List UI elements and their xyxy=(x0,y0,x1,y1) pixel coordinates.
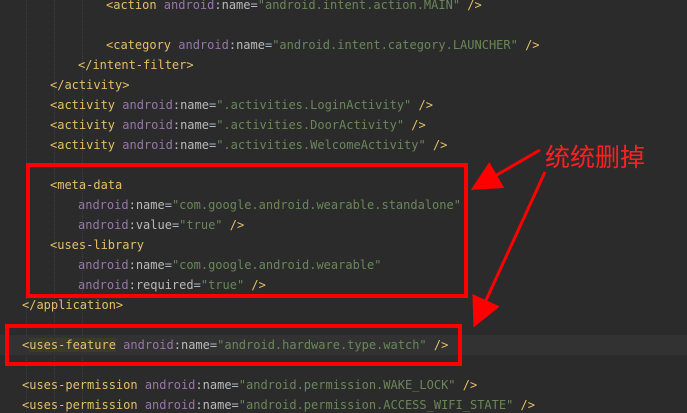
arrow-to-meta-data xyxy=(470,148,541,191)
annotation-note: 统统删掉 xyxy=(545,143,646,172)
arrow-to-uses-feature xyxy=(472,171,547,328)
annotation-arrows xyxy=(470,148,547,328)
code-editor[interactable]: <action android:name="android.intent.act… xyxy=(0,0,687,413)
